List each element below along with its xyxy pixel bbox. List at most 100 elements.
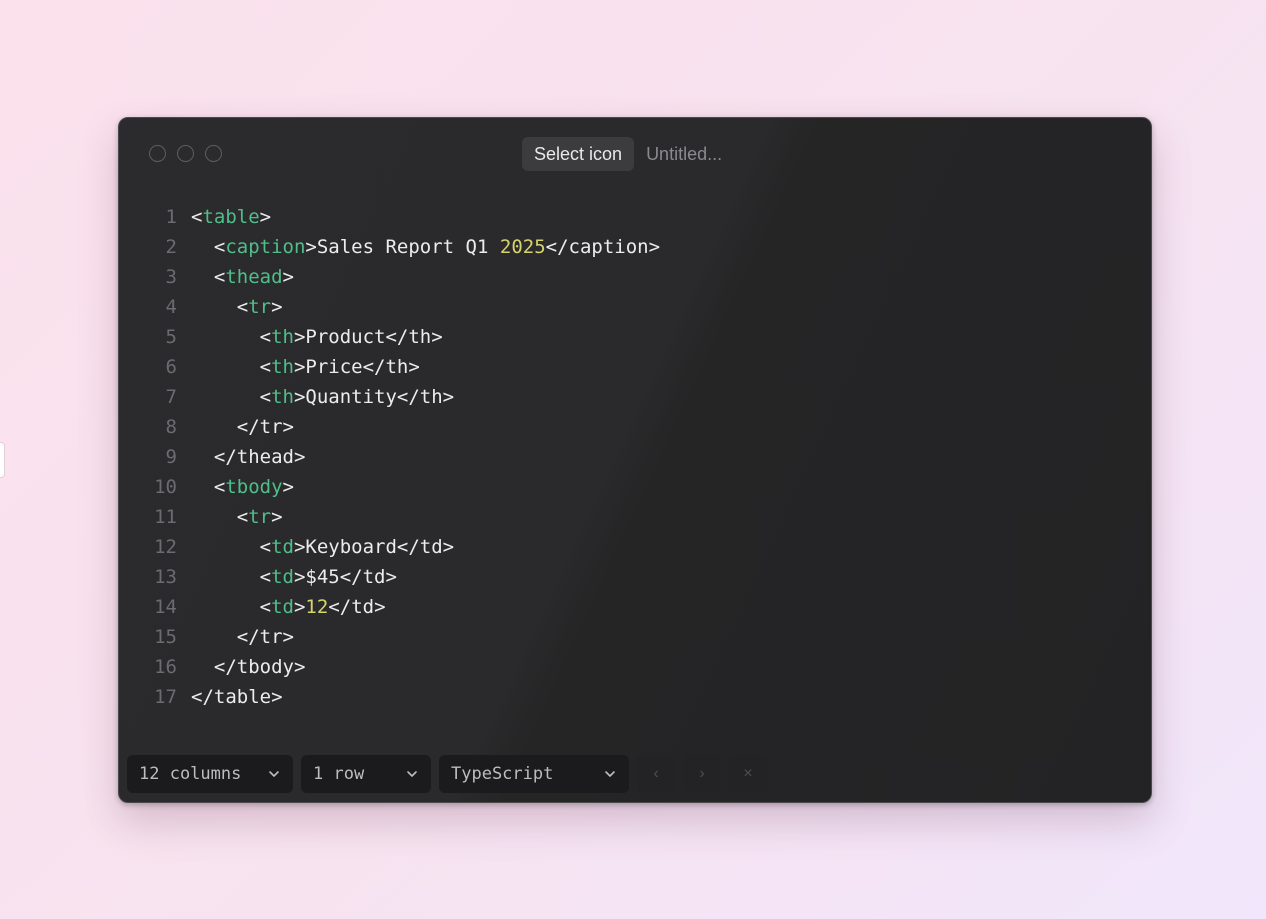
line-number: 14: [154, 596, 177, 618]
columns-select[interactable]: 12 columns: [127, 755, 293, 793]
line-number: 1: [165, 206, 177, 228]
code-text: <td>Keyboard</td>: [177, 532, 455, 562]
prev-button[interactable]: ‹: [637, 755, 675, 793]
line-number: 9: [165, 446, 177, 468]
line-number: 16: [154, 656, 177, 678]
tag-name: th: [271, 356, 294, 378]
chevron-down-icon: [605, 771, 615, 777]
chevron-down-icon: [269, 771, 279, 777]
line-number: 8: [165, 416, 177, 438]
chevron-down-icon: [407, 771, 417, 777]
tag-name: table: [202, 206, 260, 228]
window-close-dot[interactable]: [149, 145, 166, 162]
code-token: >: [271, 506, 283, 528]
code-line[interactable]: 5 <th>Product</th>: [119, 322, 1151, 352]
line-number: 15: [154, 626, 177, 648]
code-token: </thead>: [191, 446, 306, 468]
code-line[interactable]: 1 <table>: [119, 202, 1151, 232]
code-token: <: [191, 266, 226, 288]
code-text: <th>Product</th>: [177, 322, 443, 352]
code-line[interactable]: 9 </thead>: [119, 442, 1151, 472]
code-token: >Price</th>: [293, 356, 420, 378]
side-panel-handle[interactable]: [0, 442, 5, 478]
code-text: </tr>: [177, 412, 294, 442]
editor-window: Select icon Untitled... 1 <table> 2 <capti…: [118, 117, 1152, 803]
columns-select-value: 12 columns: [139, 764, 242, 784]
code-token: <: [191, 356, 272, 378]
code-token: <: [191, 536, 272, 558]
window-controls: [149, 145, 222, 162]
code-text: </tr>: [177, 622, 294, 652]
code-token: >: [259, 206, 272, 228]
line-number: 10: [154, 476, 177, 498]
code-text: <tr>: [177, 292, 283, 322]
code-line[interactable]: 6 <th>Price</th>: [119, 352, 1151, 382]
code-text: <th>Quantity</th>: [177, 382, 455, 412]
code-text: <caption>Sales Report Q1 2025</caption>: [177, 232, 660, 262]
code-token: </tr>: [191, 626, 294, 648]
next-button[interactable]: ›: [683, 755, 721, 793]
rows-select[interactable]: 1 row: [301, 755, 431, 793]
code-token: <: [191, 476, 226, 498]
line-number: 17: [154, 686, 177, 708]
code-token: >Sales Report Q1: [305, 236, 500, 258]
code-token: >Keyboard</td>: [293, 536, 455, 558]
title-bar: Select icon Untitled...: [522, 137, 722, 171]
code-token: >Product</th>: [293, 326, 443, 348]
code-token: <: [191, 236, 226, 258]
code-token: </td>: [328, 596, 386, 618]
code-text: <td>$45</td>: [177, 562, 397, 592]
line-number: 2: [165, 236, 177, 258]
window-maximize-dot[interactable]: [205, 145, 222, 162]
code-token: >$45</td>: [293, 566, 397, 588]
code-line[interactable]: 2 <caption>Sales Report Q1 2025</caption…: [119, 232, 1151, 262]
code-line[interactable]: 3 <thead>: [119, 262, 1151, 292]
code-line[interactable]: 8 </tr>: [119, 412, 1151, 442]
code-text: <table>: [177, 202, 271, 232]
code-token: <: [191, 596, 272, 618]
code-text: <tr>: [177, 502, 283, 532]
code-token: <: [191, 386, 272, 408]
code-token: >: [282, 476, 294, 498]
code-line[interactable]: 7 <th>Quantity</th>: [119, 382, 1151, 412]
number-literal: 12: [305, 596, 329, 618]
line-number: 12: [154, 536, 177, 558]
footer-toolbar: 12 columns 1 row TypeScript ‹ › ×: [127, 755, 767, 793]
code-token: <: [191, 206, 203, 228]
code-line[interactable]: 12 <td>Keyboard</td>: [119, 532, 1151, 562]
code-token: <: [191, 326, 272, 348]
line-number: 3: [165, 266, 177, 288]
code-line[interactable]: 14 <td>12</td>: [119, 592, 1151, 622]
code-text: <tbody>: [177, 472, 294, 502]
code-token: </caption>: [545, 236, 661, 258]
code-text: </table>: [177, 682, 283, 712]
code-line[interactable]: 10 <tbody>: [119, 472, 1151, 502]
language-select-value: TypeScript: [451, 764, 554, 784]
number-literal: 2025: [499, 236, 546, 258]
code-token: </tr>: [191, 416, 294, 438]
language-select[interactable]: TypeScript: [439, 755, 629, 793]
tag-name: td: [271, 566, 294, 588]
code-text: <td>12</td>: [177, 592, 386, 622]
code-editor[interactable]: 1 <table> 2 <caption>Sales Report Q1 2025<…: [119, 202, 1151, 712]
code-token: >: [271, 296, 283, 318]
close-button[interactable]: ×: [729, 755, 767, 793]
code-line[interactable]: 4 <tr>: [119, 292, 1151, 322]
line-number: 5: [165, 326, 177, 348]
tag-name: td: [271, 536, 294, 558]
code-token: <: [191, 296, 249, 318]
code-text: <thead>: [177, 262, 294, 292]
close-icon: ×: [743, 765, 753, 782]
code-line[interactable]: 15 </tr>: [119, 622, 1151, 652]
tag-name: th: [271, 326, 294, 348]
window-minimize-dot[interactable]: [177, 145, 194, 162]
code-line[interactable]: 11 <tr>: [119, 502, 1151, 532]
title-input[interactable]: Untitled...: [646, 145, 722, 163]
code-line[interactable]: 16 </tbody>: [119, 652, 1151, 682]
code-line[interactable]: 13 <td>$45</td>: [119, 562, 1151, 592]
select-icon-button[interactable]: Select icon: [522, 137, 635, 171]
code-text: </thead>: [177, 442, 306, 472]
line-number: 4: [165, 296, 177, 318]
code-token: >Quantity</th>: [293, 386, 455, 408]
code-line[interactable]: 17 </table>: [119, 682, 1151, 712]
